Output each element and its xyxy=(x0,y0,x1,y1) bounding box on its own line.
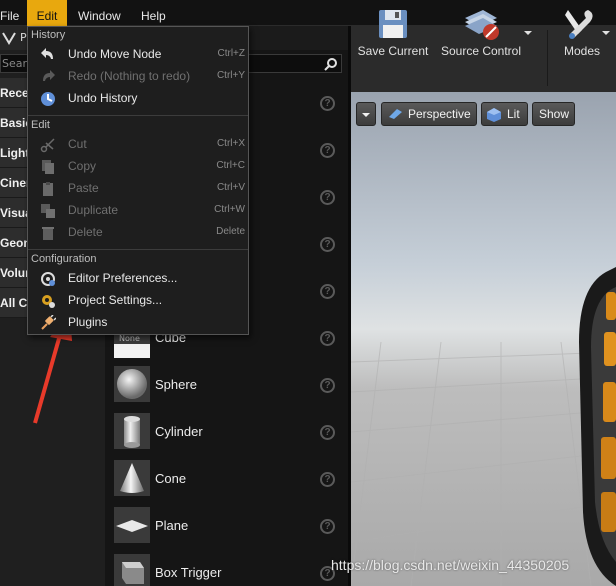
project-settings-item[interactable]: Project Settings... xyxy=(40,290,245,312)
item-label-cylinder[interactable]: Cylinder xyxy=(155,424,203,439)
menu-help[interactable]: Help xyxy=(141,0,171,26)
tab-label: P xyxy=(20,31,27,44)
edit-section-title: Edit xyxy=(31,119,50,131)
configuration-section-title: Configuration xyxy=(31,253,97,265)
help-icon[interactable]: ? xyxy=(320,237,335,252)
show-label: Show xyxy=(539,107,570,121)
editor-preferences-icon xyxy=(41,272,55,286)
perspective-icon xyxy=(389,109,402,119)
menu-divider xyxy=(28,249,248,250)
paste-icon xyxy=(43,182,53,196)
delete-icon xyxy=(42,227,54,240)
viewport-grid xyxy=(351,267,616,586)
help-icon[interactable]: ? xyxy=(320,425,335,440)
source-control-button[interactable]: Source Control xyxy=(437,0,535,66)
chevron-down-icon[interactable] xyxy=(601,30,611,36)
search-icon[interactable] xyxy=(324,57,338,71)
menu-window[interactable]: Window xyxy=(78,0,128,26)
item-label-cone[interactable]: Cone xyxy=(155,471,186,486)
help-icon[interactable]: ? xyxy=(320,472,335,487)
save-current-button[interactable]: Save Current xyxy=(355,0,431,66)
redo-item[interactable]: Redo (Nothing to redo) Ctrl+Y xyxy=(40,66,245,88)
delete-item[interactable]: Delete Delete xyxy=(40,222,245,244)
help-icon[interactable]: ? xyxy=(320,284,335,299)
chevron-down-icon xyxy=(362,113,370,117)
history-section-title: History xyxy=(31,29,66,41)
paste-item[interactable]: Paste Ctrl+V xyxy=(40,178,245,200)
watermark-text: https://blog.csdn.net/weixin_44350205 xyxy=(331,557,570,573)
source-control-label: Source Control xyxy=(440,44,522,58)
sphere-thumbnail[interactable] xyxy=(114,366,150,402)
show-button[interactable]: Show xyxy=(532,102,575,126)
help-icon[interactable]: ? xyxy=(320,519,335,534)
level-viewport[interactable] xyxy=(351,92,616,586)
help-icon[interactable]: ? xyxy=(320,378,335,393)
menu-edit[interactable]: Edit xyxy=(27,0,67,26)
lit-label: Lit xyxy=(507,107,520,121)
help-icon[interactable]: ? xyxy=(320,331,335,346)
cone-thumbnail[interactable] xyxy=(114,460,150,496)
source-control-icon xyxy=(465,10,499,40)
box-trigger-thumbnail[interactable] xyxy=(114,554,150,586)
undo-history-item[interactable]: Undo History xyxy=(40,88,245,110)
toolbar-divider xyxy=(547,30,548,86)
item-label-box-trigger[interactable]: Box Trigger xyxy=(155,565,221,580)
item-label-plane[interactable]: Plane xyxy=(155,518,188,533)
modes-button[interactable]: Modes xyxy=(556,0,616,66)
save-icon xyxy=(379,10,407,38)
copy-item[interactable]: Copy Ctrl+C xyxy=(40,156,245,178)
lit-sphere-icon xyxy=(487,108,501,122)
item-label-sphere[interactable]: Sphere xyxy=(155,377,197,392)
edit-menu: History Undo Move Node Ctrl+Z Redo (Noth… xyxy=(27,26,249,335)
plug-icon xyxy=(41,315,56,330)
viewport-options-button[interactable] xyxy=(356,102,376,126)
lit-button[interactable]: Lit xyxy=(481,102,528,126)
thumbnail-none-label: None xyxy=(119,334,140,343)
perspective-button[interactable]: Perspective xyxy=(381,102,477,126)
copy-icon xyxy=(42,160,54,174)
undo-icon xyxy=(41,48,53,59)
menu-divider xyxy=(28,115,248,116)
help-icon[interactable]: ? xyxy=(320,190,335,205)
redo-icon xyxy=(43,70,55,81)
undo-history-icon xyxy=(41,92,55,106)
save-current-label: Save Current xyxy=(357,44,429,58)
editor-preferences-item[interactable]: Editor Preferences... xyxy=(40,268,245,290)
perspective-label: Perspective xyxy=(408,107,471,121)
help-icon[interactable]: ? xyxy=(320,96,335,111)
duplicate-icon xyxy=(41,204,55,218)
project-settings-icon xyxy=(42,295,55,308)
chevron-down-icon[interactable] xyxy=(523,30,533,36)
cylinder-thumbnail[interactable] xyxy=(114,413,150,449)
plugins-item[interactable]: Plugins xyxy=(40,312,245,334)
menu-file[interactable]: File xyxy=(0,0,22,26)
duplicate-item[interactable]: Duplicate Ctrl+W xyxy=(40,200,245,222)
wrench-icon xyxy=(565,10,593,39)
plane-thumbnail[interactable] xyxy=(114,507,150,543)
cut-item[interactable]: Cut Ctrl+X xyxy=(40,134,245,156)
modes-label: Modes xyxy=(564,44,601,58)
scissors-icon xyxy=(40,138,55,153)
place-mode-icon xyxy=(2,32,16,45)
help-icon[interactable]: ? xyxy=(320,143,335,158)
undo-move-node-item[interactable]: Undo Move Node Ctrl+Z xyxy=(40,44,245,66)
